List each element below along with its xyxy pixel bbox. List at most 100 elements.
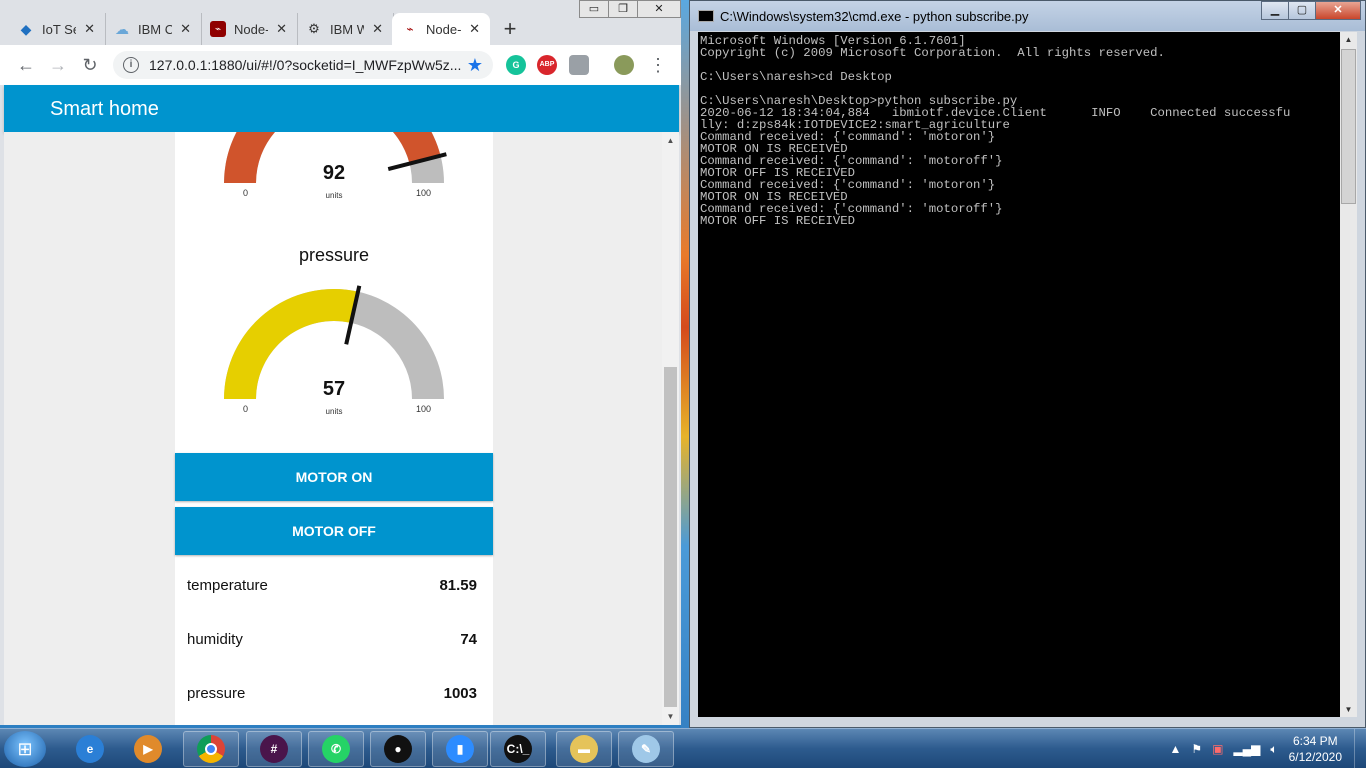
action-center-flag-icon[interactable]: ⚑ [1191, 742, 1202, 756]
motor-off-button[interactable]: MOTOR OFF [175, 507, 493, 555]
recorder-icon: ● [384, 735, 412, 763]
scrollbar-thumb[interactable] [1341, 49, 1356, 204]
avatar[interactable] [614, 55, 634, 75]
node-red-icon: ⌁ [210, 21, 226, 37]
taskbar-item-notepad[interactable]: ✎ [618, 731, 674, 767]
iot-diamond-icon: ◆ [20, 20, 32, 37]
scrollbar-thumb[interactable] [664, 367, 677, 707]
taskbar-item-explorer[interactable]: ▬ [556, 731, 612, 767]
shield-icon[interactable] [569, 55, 589, 75]
whatsapp-icon: ✆ [322, 735, 350, 763]
reading-row-temperature: temperature 81.59 [187, 577, 477, 599]
maximize-button[interactable]: ▢ [1288, 1, 1316, 20]
scroll-up-icon[interactable]: ▲ [1340, 35, 1357, 44]
tab-label: Node- [234, 21, 269, 37]
close-button[interactable]: ✕ [1315, 1, 1361, 20]
tab-ibm-watson[interactable]: ⚙ IBM W ✕ [296, 13, 394, 45]
taskbar-item-whatsapp[interactable]: ✆ [308, 731, 364, 767]
tab-label: IBM C [138, 21, 173, 37]
dashboard-card: 92 units 0 100 pressure 57 units 0 100 M… [175, 132, 493, 725]
taskbar-item-recorder[interactable]: ● [370, 731, 426, 767]
minimize-button[interactable]: ▁ [1261, 1, 1289, 20]
taskbar-item-cmd[interactable]: C:\_ [490, 731, 546, 767]
page-title: Smart home [50, 98, 159, 120]
cmd-title-text: C:\Windows\system32\cmd.exe - python sub… [720, 9, 1029, 24]
scroll-down-icon[interactable]: ▼ [1340, 705, 1357, 714]
windows-logo-icon: ⊞ [17, 738, 33, 759]
cmd-window-controls: ▁ ▢ ✕ [1261, 1, 1361, 20]
network-icon[interactable]: ▂▄▆ [1233, 742, 1260, 756]
gauge-top-min: 0 [243, 188, 249, 198]
gauge-pressure-min: 0 [243, 404, 249, 414]
gauge-pressure-value: 57 [322, 378, 346, 400]
close-tab-icon[interactable]: ✕ [276, 21, 287, 37]
show-desktop-button[interactable] [1354, 729, 1366, 768]
reading-label: pressure [187, 685, 246, 702]
clock[interactable]: 6:34 PM 6/12/2020 [1289, 733, 1342, 765]
show-hidden-icons-icon[interactable]: ▲ [1169, 742, 1181, 756]
volume-icon[interactable]: 🔈︎ [1270, 742, 1277, 757]
scroll-up-icon[interactable]: ▲ [662, 136, 679, 145]
ie-icon: e [76, 735, 104, 763]
back-arrow-icon[interactable]: ← [14, 53, 38, 77]
taskbar-item-media-player[interactable]: ▶ [120, 731, 176, 767]
url-text: 127.0.0.1:1880/ui/#!/0?socketid=I_MWFzpW… [149, 57, 462, 73]
clock-time: 6:34 PM [1292, 734, 1338, 748]
taskbar-item-chrome[interactable] [183, 731, 239, 767]
reading-label: temperature [187, 577, 268, 594]
page-scrollbar[interactable]: ▲ ▼ [662, 132, 679, 725]
tab-label: IBM W [330, 21, 365, 37]
notepad-icon: ✎ [632, 735, 660, 763]
tab-label: Node- [426, 21, 462, 37]
chrome-window: ▭ ❐ ✕ ◆ IoT Se ✕ ☁ IBM C ✕ ⌁ Node- ✕ ⚙ I… [0, 0, 681, 725]
adblock-icon[interactable]: ABP [537, 55, 557, 75]
tab-iot[interactable]: ◆ IoT Se ✕ [8, 13, 106, 45]
grammarly-icon[interactable]: G [506, 55, 526, 75]
explorer-icon: ▬ [570, 735, 598, 763]
close-button[interactable]: ✕ [637, 0, 681, 18]
chrome-window-controls: ▭ ❐ ✕ [579, 0, 681, 18]
taskbar: ⊞ e ▶ # ✆ ● ▮ C:\_ ▬ ✎ ▲ ⚑ ▣ ▂▄▆ 🔈︎ 6:34 PM 6/12… [0, 728, 1366, 768]
clock-date: 6/12/2020 [1288, 750, 1342, 764]
reading-value: 1003 [443, 685, 477, 702]
taskbar-item-slack[interactable]: # [246, 731, 302, 767]
cmd-title-bar[interactable]: C:\Windows\system32\cmd.exe - python sub… [690, 1, 1365, 31]
console-output[interactable]: Microsoft Windows [Version 6.1.7601] Cop… [698, 32, 1340, 717]
menu-dots-icon[interactable]: ⋮ [646, 53, 670, 77]
close-tab-icon[interactable]: ✕ [84, 21, 95, 37]
gauge-pressure-max: 100 [416, 404, 432, 414]
reading-row-pressure: pressure 1003 [187, 685, 477, 707]
console-scrollbar[interactable]: ▲ ▼ [1340, 32, 1357, 717]
tab-node-red-1[interactable]: ⌁ Node- ✕ [200, 13, 298, 45]
media-player-icon: ▶ [134, 735, 162, 763]
slack-icon: # [260, 735, 288, 763]
reload-icon[interactable]: ↻ [78, 53, 102, 77]
dashboard-viewport: 92 units 0 100 pressure 57 units 0 100 M… [4, 132, 662, 725]
address-bar[interactable]: i 127.0.0.1:1880/ui/#!/0?socketid=I_MWFz… [113, 51, 493, 79]
tab-strip: ◆ IoT Se ✕ ☁ IBM C ✕ ⌁ Node- ✕ ⚙ IBM W ✕… [8, 13, 524, 47]
restore-button[interactable]: ❐ [608, 0, 638, 18]
close-tab-icon[interactable]: ✕ [180, 21, 191, 37]
gauge-pressure-title: pressure [298, 245, 370, 265]
close-tab-icon[interactable]: ✕ [469, 21, 480, 37]
close-tab-icon[interactable]: ✕ [372, 21, 383, 37]
taskbar-item-zoom[interactable]: ▮ [432, 731, 488, 767]
scroll-down-icon[interactable]: ▼ [662, 712, 679, 721]
gauge-top-max: 100 [416, 188, 432, 198]
start-button[interactable]: ⊞ [4, 731, 46, 767]
tab-ibm-cloud[interactable]: ☁ IBM C ✕ [104, 13, 202, 45]
bookmark-star-icon[interactable]: ★ [467, 55, 483, 76]
cmd-window-icon [698, 10, 714, 22]
reading-label: humidity [187, 631, 243, 648]
forward-arrow-icon[interactable]: → [46, 53, 70, 77]
new-tab-button[interactable]: + [496, 15, 524, 43]
tab-node-red-active[interactable]: ⌁ Node- ✕ [392, 13, 490, 45]
browser-toolbar: ← → ↻ i 127.0.0.1:1880/ui/#!/0?socketid=… [0, 45, 681, 85]
minimize-button[interactable]: ▭ [579, 0, 609, 18]
motor-on-button[interactable]: MOTOR ON [175, 453, 493, 501]
taskbar-item-ie[interactable]: e [62, 731, 118, 767]
security-icon[interactable]: ▣ [1212, 742, 1223, 756]
reading-row-humidity: humidity 74 [187, 631, 477, 653]
site-info-icon[interactable]: i [123, 57, 139, 73]
reading-value: 81.59 [439, 577, 477, 594]
